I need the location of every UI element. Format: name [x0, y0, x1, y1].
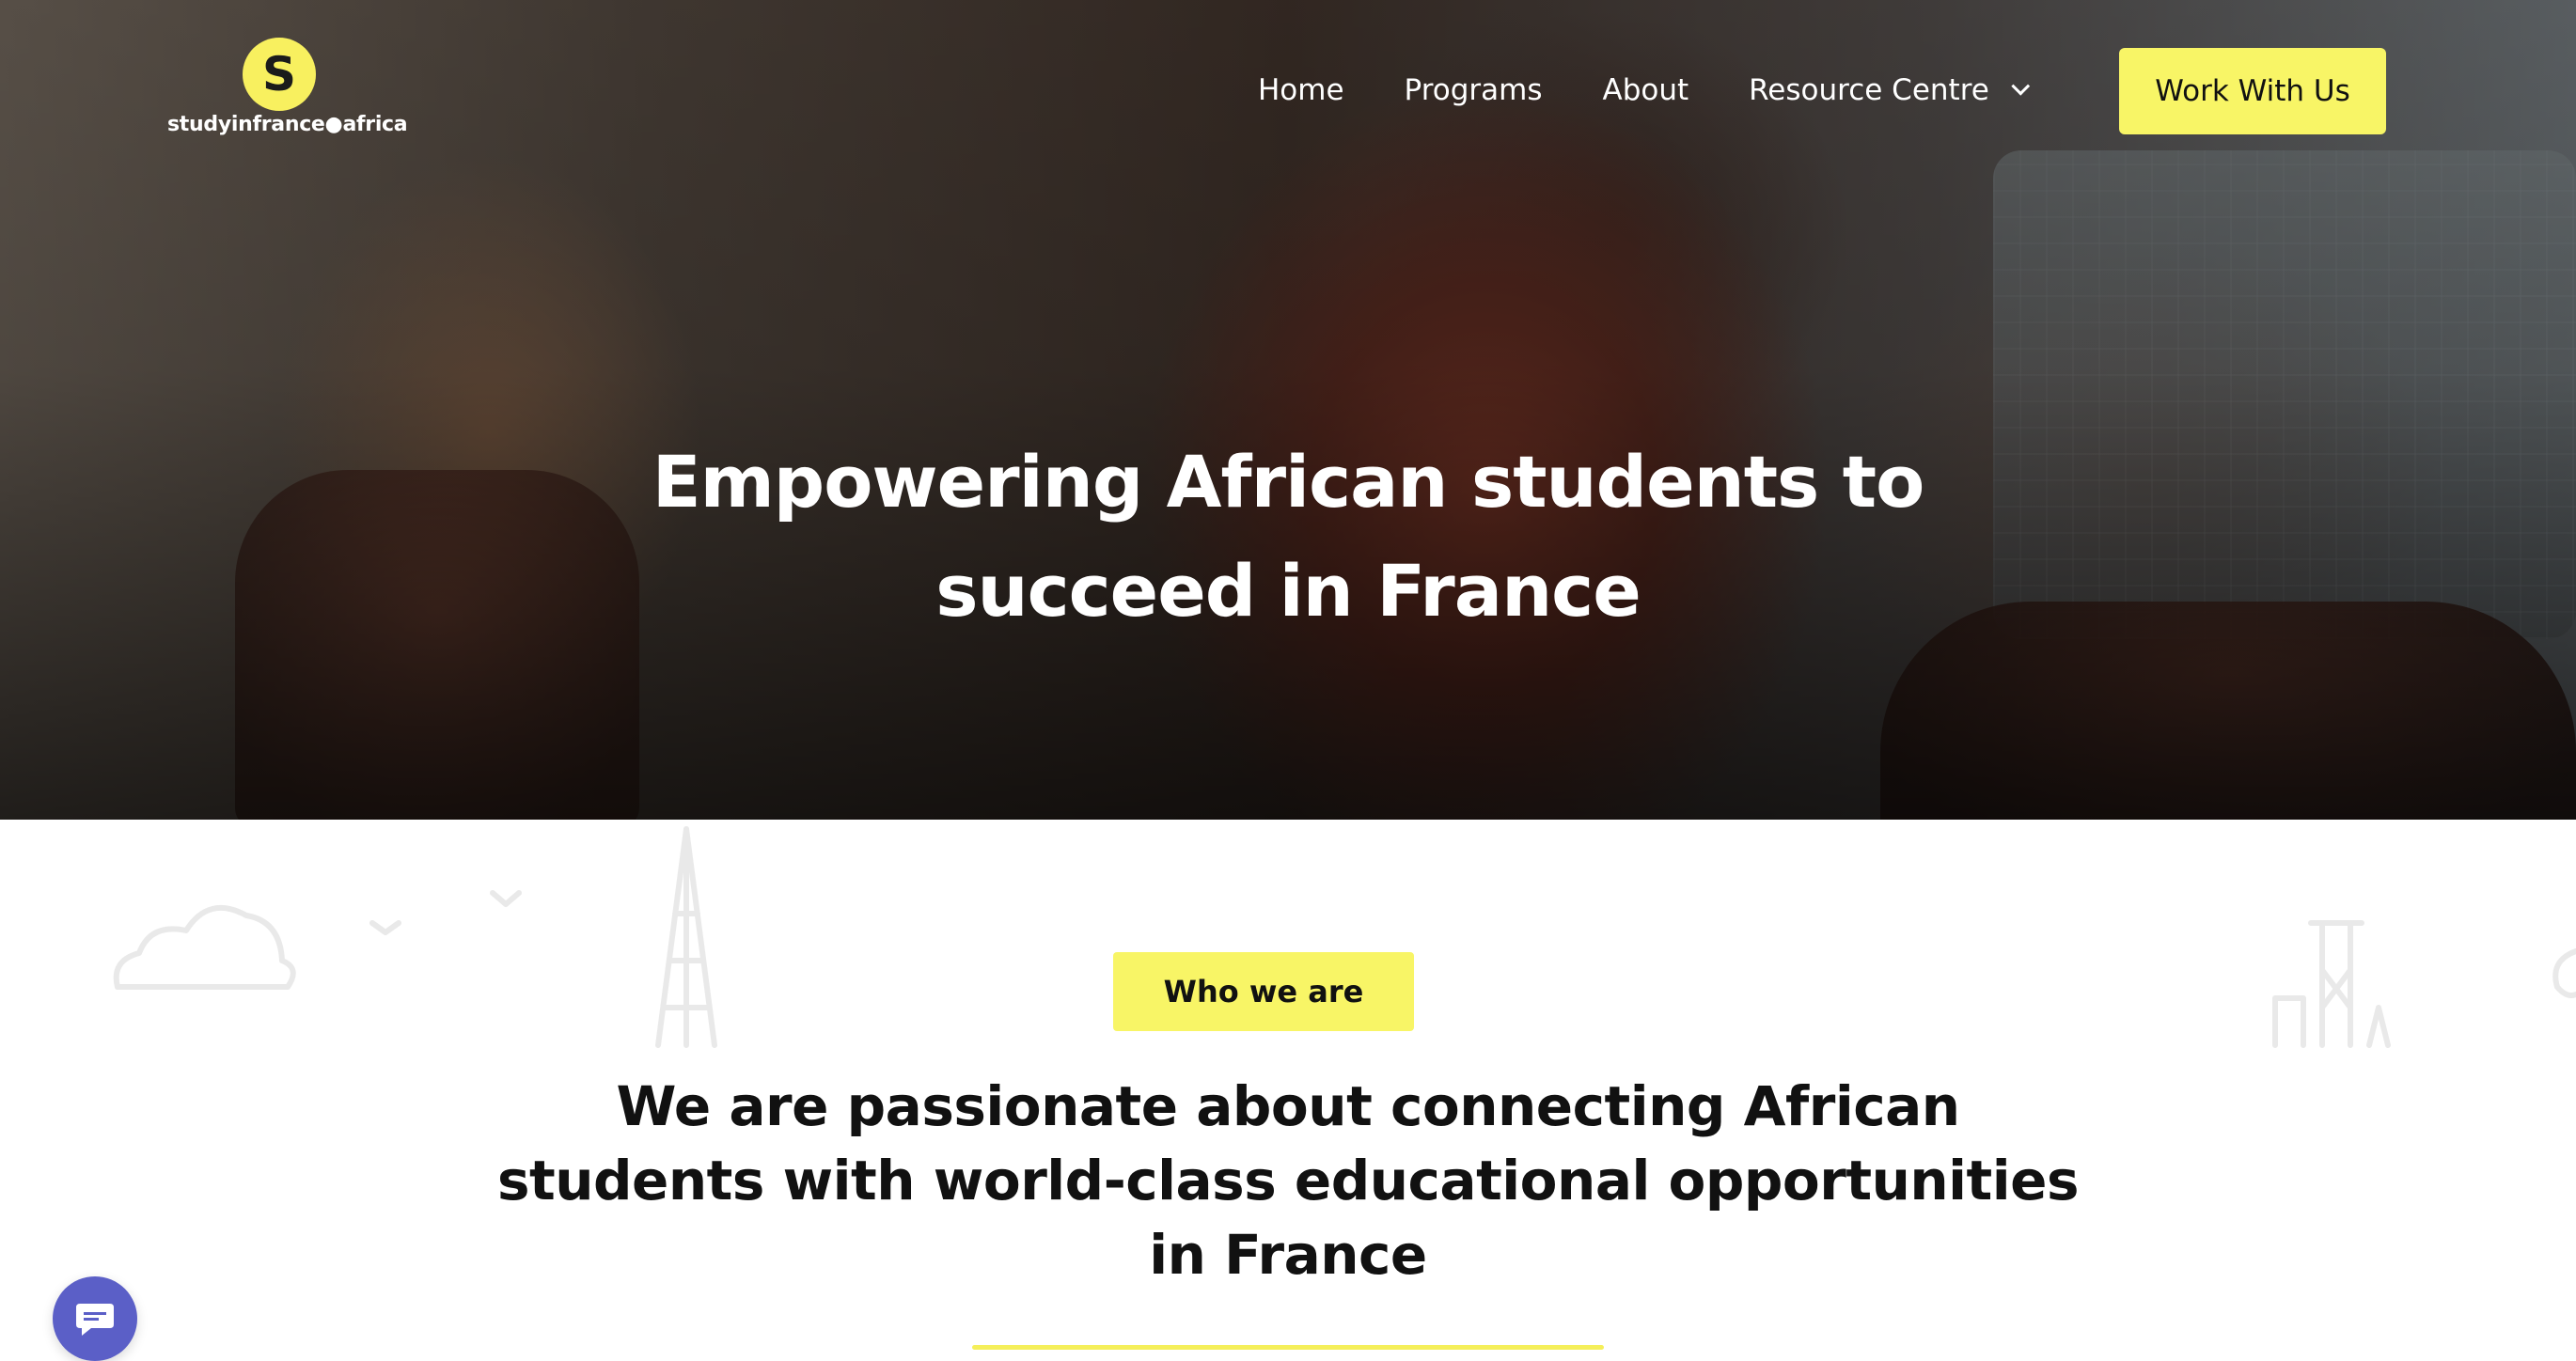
section-heading-line: We are passionate about connecting Afric… — [616, 1074, 1960, 1138]
cloud-icon — [113, 905, 296, 990]
nav-item-home[interactable]: Home — [1258, 73, 1344, 107]
nav-item-programs[interactable]: Programs — [1405, 73, 1543, 107]
bird-icon — [369, 920, 401, 935]
hero-title: Empowering African students to succeed i… — [536, 428, 2040, 646]
main-nav: Home Programs About Resource Centre — [1258, 68, 2030, 113]
section-heading-line: students with world-class educational op… — [496, 1149, 2080, 1212]
logo-wordmark: studyinfrance●africa — [167, 113, 408, 136]
nav-item-about[interactable]: About — [1603, 73, 1689, 107]
section-heading: We are passionate about connecting Afric… — [442, 1070, 2134, 1292]
tower-icon — [655, 826, 717, 1048]
cloud-icon — [2552, 948, 2576, 998]
chat-bubble-icon — [76, 1304, 114, 1336]
work-with-us-button[interactable]: Work With Us — [2119, 48, 2386, 134]
structure-icon — [2272, 920, 2391, 1048]
nav-item-label: Resource Centre — [1749, 73, 1989, 107]
nav-item-resource-centre[interactable]: Resource Centre — [1749, 73, 2030, 107]
logo-badge: S — [243, 38, 316, 111]
bird-icon — [490, 890, 522, 907]
chat-button[interactable] — [53, 1276, 137, 1361]
heading-underline — [972, 1345, 1604, 1350]
hero-title-line: succeed in France — [935, 549, 1641, 633]
who-we-are-badge: Who we are — [1113, 952, 1414, 1031]
hero-title-line: Empowering African students to — [652, 440, 1925, 524]
section-heading-line: in France — [1149, 1223, 1427, 1287]
site-logo[interactable]: S studyinfrance●africa — [167, 38, 408, 146]
